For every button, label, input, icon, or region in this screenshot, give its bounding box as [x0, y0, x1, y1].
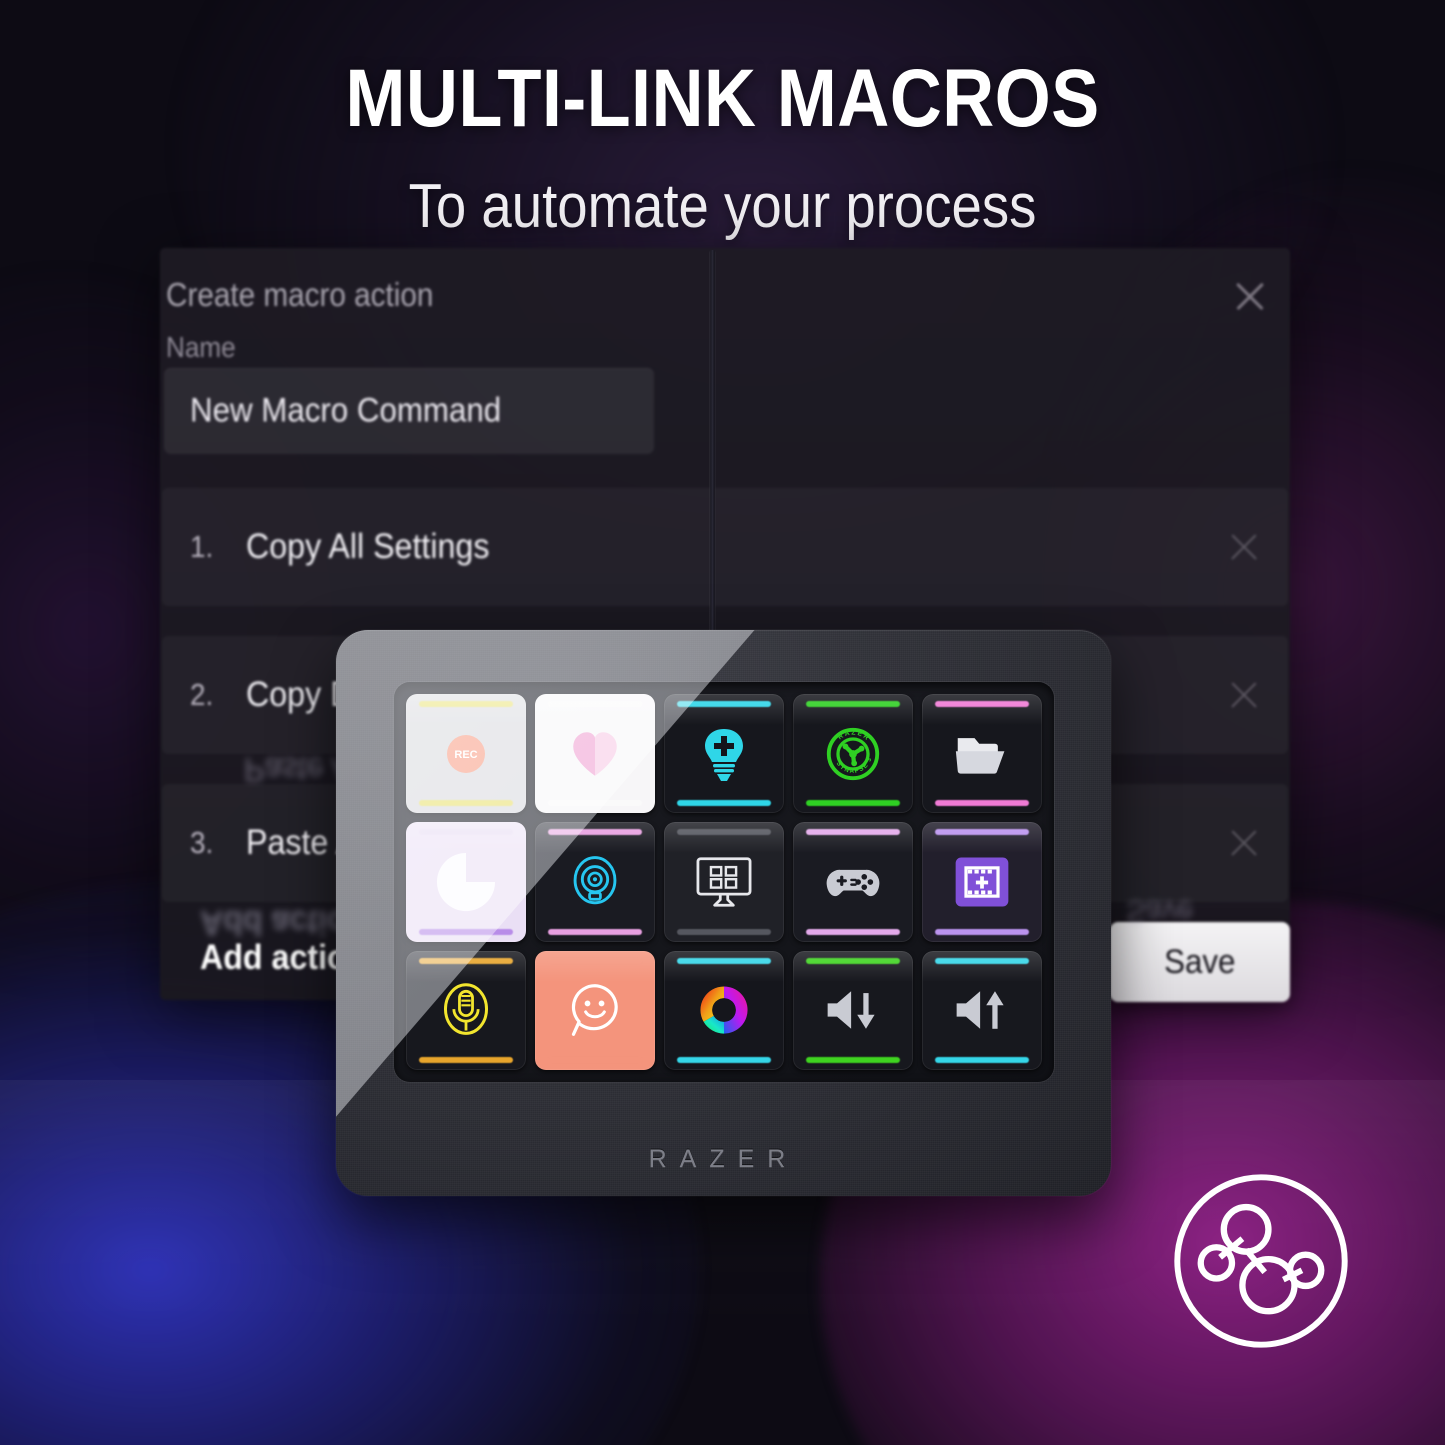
- save-button[interactable]: Save: [1110, 922, 1290, 1002]
- name-field-label: Name: [166, 332, 236, 364]
- macro-name-value: New Macro Command: [190, 391, 502, 430]
- multi-link-nodes-icon: [1174, 1174, 1348, 1348]
- action-label: Copy All Settings: [246, 527, 490, 566]
- remove-action-icon[interactable]: [1226, 529, 1262, 565]
- volume-up-icon: [922, 951, 1042, 1070]
- webcam-icon: [535, 822, 655, 941]
- key-grid: REC RAZER SYNAPSE 3: [406, 694, 1042, 1070]
- volume-down-icon: [793, 951, 913, 1070]
- action-row[interactable]: 1. Copy All Settings: [162, 488, 1288, 606]
- action-index: 1.: [190, 529, 214, 564]
- color-wheel-icon: [664, 951, 784, 1070]
- multi-link-badge: [1168, 1168, 1354, 1354]
- remove-action-icon[interactable]: [1226, 825, 1262, 861]
- webcam-key[interactable]: [535, 822, 655, 942]
- action-index: 2.: [190, 677, 214, 712]
- razer-synapse-key[interactable]: RAZER SYNAPSE 3: [793, 694, 913, 814]
- razer-wordmark: RAZER: [648, 1145, 799, 1173]
- microphone-icon: [406, 951, 526, 1070]
- close-icon[interactable]: [1230, 276, 1270, 316]
- open-folder-key[interactable]: [922, 694, 1042, 814]
- clip-add-key[interactable]: [922, 822, 1042, 942]
- smiley-chat-icon: [535, 951, 655, 1070]
- record-key[interactable]: REC: [406, 694, 526, 814]
- page-title: MULTI-LINK MACROS: [345, 53, 1100, 144]
- macro-name-input[interactable]: New Macro Command: [164, 368, 654, 454]
- rec-icon: REC: [406, 694, 526, 813]
- razer-stream-controller-x: REC RAZER SYNAPSE 3 RAZER: [336, 630, 1111, 1196]
- heart-key[interactable]: [535, 694, 655, 814]
- promo-image: MULTI-LINK MACROS To automate your proce…: [0, 0, 1445, 1445]
- action-index: 3.: [190, 825, 214, 860]
- lightbulb-add-key[interactable]: [664, 694, 784, 814]
- page-subtitle: To automate your process: [408, 172, 1037, 241]
- volume-up-key[interactable]: [922, 950, 1042, 1070]
- folder-open-icon: [922, 694, 1042, 813]
- microphone-key[interactable]: [406, 950, 526, 1070]
- razer-synapse-icon: RAZER SYNAPSE 3: [793, 694, 913, 813]
- volume-down-key[interactable]: [793, 950, 913, 1070]
- key-well: REC RAZER SYNAPSE 3: [394, 682, 1054, 1082]
- film-strip-plus-icon: [922, 822, 1042, 941]
- svg-text:REC: REC: [454, 749, 477, 761]
- monitor-grid-icon: [664, 822, 784, 941]
- usb-cable: [709, 250, 716, 650]
- remove-action-icon[interactable]: [1226, 677, 1262, 713]
- pacman-key[interactable]: [406, 822, 526, 942]
- emote-key[interactable]: [535, 950, 655, 1070]
- gamepad-key[interactable]: [793, 822, 913, 942]
- rgb-color-key[interactable]: [664, 950, 784, 1070]
- pacman-icon: [406, 822, 526, 941]
- heart-icon: [535, 694, 655, 813]
- lightbulb-plus-icon: [664, 694, 784, 813]
- dialog-title: Create macro action: [166, 276, 434, 313]
- gamepad-icon: [793, 822, 913, 941]
- save-button-label: Save: [1164, 942, 1236, 981]
- display-layout-key[interactable]: [664, 822, 784, 942]
